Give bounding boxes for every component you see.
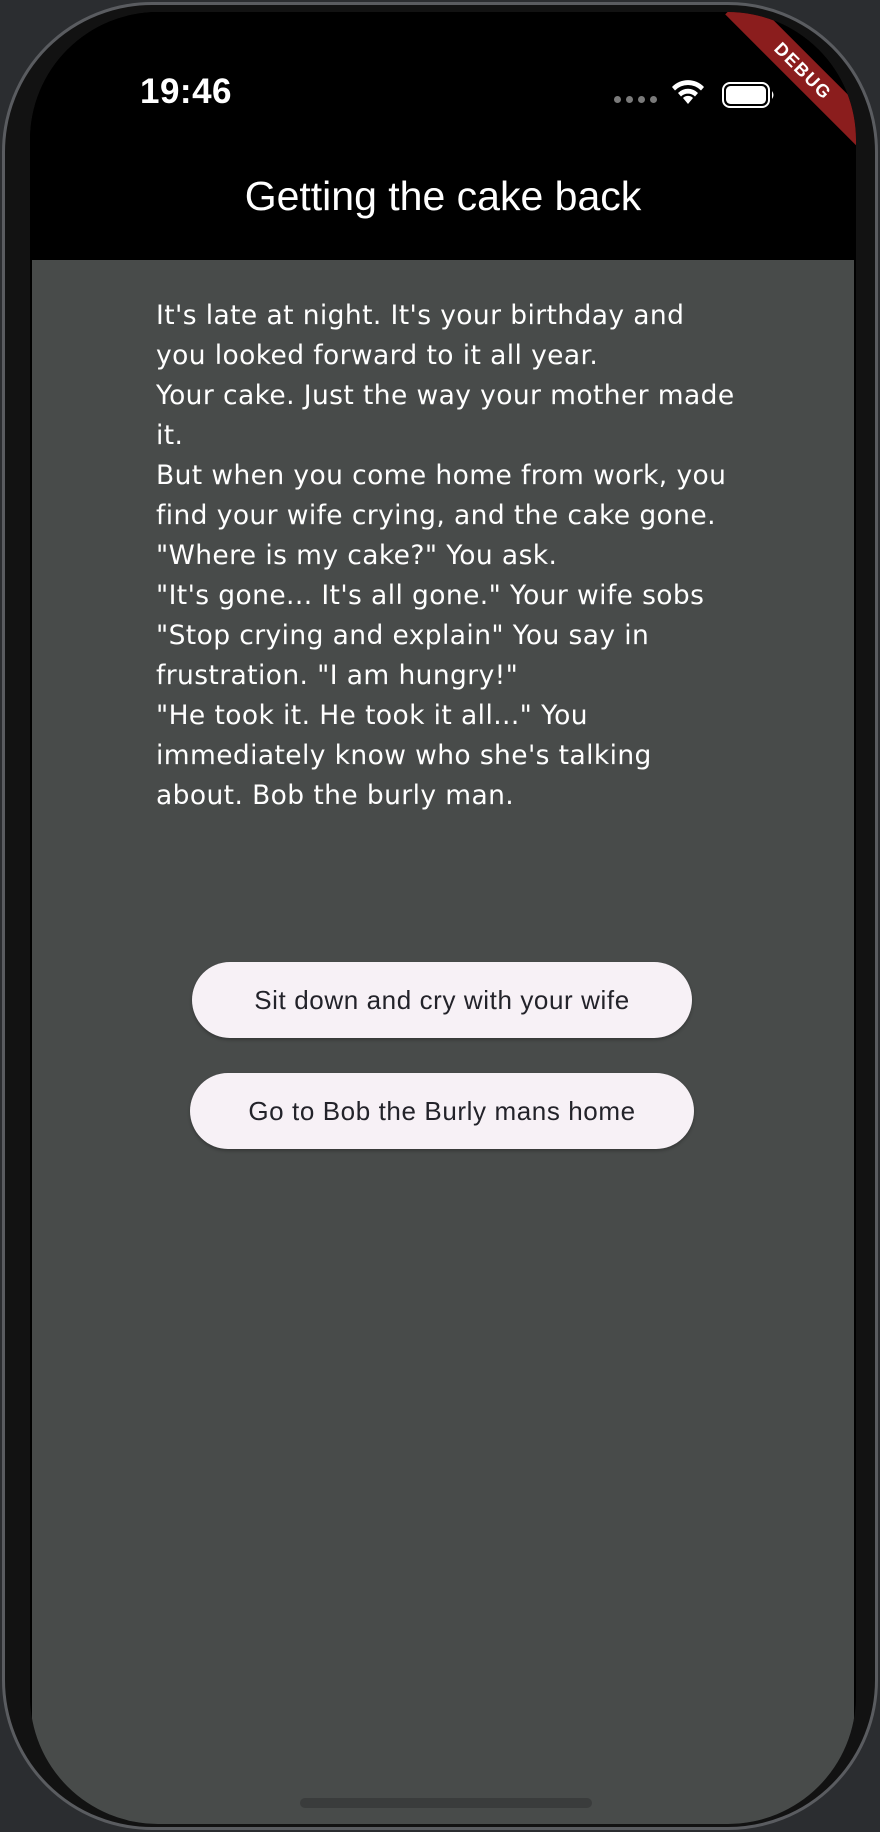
battery-icon: [722, 82, 776, 113]
story-body: It's late at night. It's your birthday a…: [32, 260, 854, 1824]
app-bar: Getting the cake back: [30, 152, 856, 260]
home-indicator[interactable]: [300, 1798, 592, 1808]
phone-screen: 19:46 DEBUG Getting the cake back It's l…: [30, 12, 856, 1824]
choice-button-bob-home[interactable]: Go to Bob the Burly mans home: [190, 1073, 694, 1149]
status-bar: 19:46 DEBUG: [30, 12, 856, 152]
wifi-icon: [670, 78, 706, 111]
story-text: It's late at night. It's your birthday a…: [156, 300, 735, 811]
status-time: 19:46: [140, 72, 233, 111]
page-title: Getting the cake back: [244, 172, 642, 219]
debug-banner: DEBUG: [725, 12, 856, 149]
choice-button-cry[interactable]: Sit down and cry with your wife: [192, 962, 692, 1038]
cellular-signal-icon: [614, 96, 657, 103]
desktop-background: 19:46 DEBUG Getting the cake back It's l…: [0, 0, 880, 1832]
